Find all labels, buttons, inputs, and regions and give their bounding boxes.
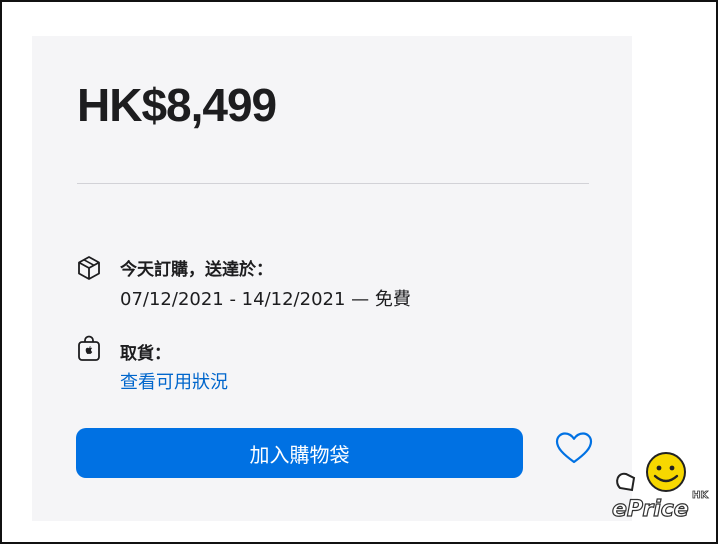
check-availability-link[interactable]: 查看可用狀況 bbox=[120, 368, 228, 394]
watermark-brand: ePrice bbox=[612, 497, 689, 520]
divider bbox=[77, 183, 589, 184]
watermark-region: HK bbox=[692, 490, 709, 501]
add-to-bag-button[interactable]: 加入購物袋 bbox=[76, 428, 523, 478]
purchase-panel: HK$8,499 今天訂購，送達於： 07/12/2021 - 14/12/20… bbox=[32, 36, 632, 521]
shipping-dates: 07/12/2021 - 14/12/2021 — 免費 bbox=[120, 289, 411, 310]
pickup-title: 取貨： bbox=[120, 344, 171, 364]
heart-icon[interactable] bbox=[554, 429, 594, 469]
apple-bag-icon bbox=[78, 335, 100, 361]
eprice-logo: ePrice HK bbox=[611, 452, 710, 520]
box-icon bbox=[78, 256, 100, 280]
shipping-title: 今天訂購，送達於： bbox=[120, 260, 273, 280]
product-price: HK$8,499 bbox=[77, 79, 277, 131]
